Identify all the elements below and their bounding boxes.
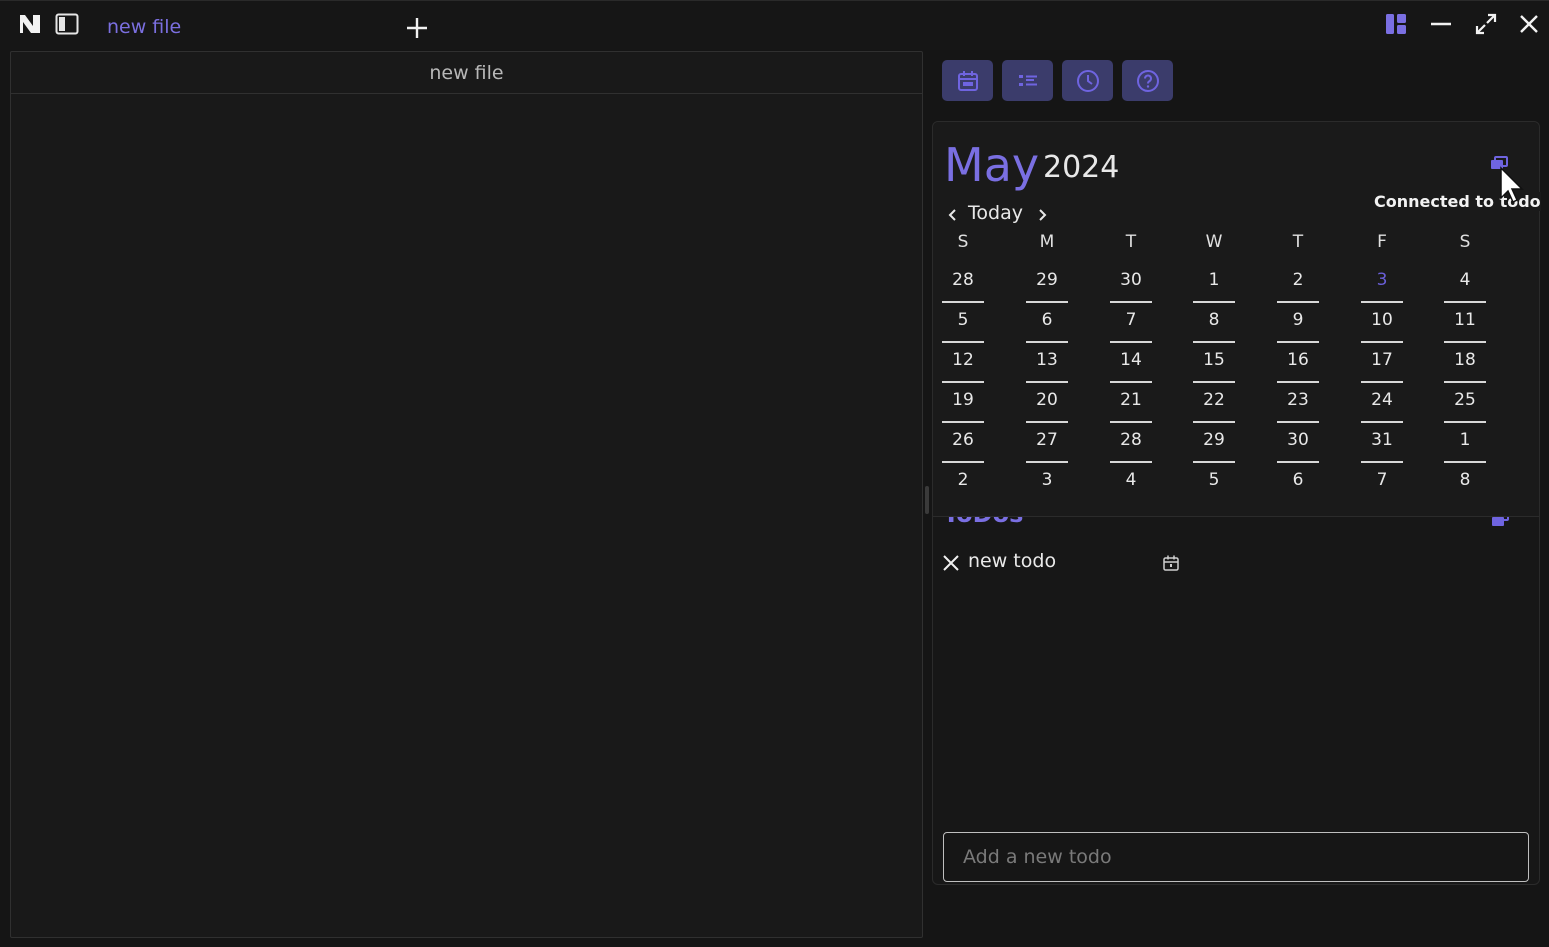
calendar-day[interactable]: 31 <box>1361 423 1403 463</box>
calendar-widget: May 2024 Connected to todo Today SMTWTFS… <box>933 122 1541 517</box>
calendar-day[interactable]: 27 <box>1026 423 1068 463</box>
calendar-panel-button[interactable] <box>942 60 993 101</box>
calendar-day[interactable]: 7 <box>1110 303 1152 343</box>
calendar-day[interactable]: 30 <box>1110 263 1152 303</box>
calendar-day[interactable]: 5 <box>942 303 984 343</box>
calendar-day[interactable]: 22 <box>1193 383 1235 423</box>
calendar-day[interactable]: 8 <box>1444 463 1486 503</box>
weekday-label: F <box>1377 232 1387 252</box>
calendar-day[interactable]: 6 <box>1277 463 1319 503</box>
minimize-icon[interactable] <box>1428 11 1454 37</box>
close-icon[interactable] <box>1516 11 1542 37</box>
weekday-label: T <box>1292 232 1304 252</box>
clock-icon <box>1076 69 1099 92</box>
calendar-day[interactable]: 28 <box>1110 423 1152 463</box>
todo-item: new todo <box>942 550 1192 576</box>
calendar-day[interactable]: 2 <box>1277 263 1319 303</box>
calendar-day[interactable]: 17 <box>1361 343 1403 383</box>
weekday-label: S <box>957 232 969 252</box>
layout-icon[interactable] <box>1383 11 1409 37</box>
calendar-icon <box>957 70 978 91</box>
weekday-label: W <box>1205 232 1223 252</box>
calendar-day[interactable]: 14 <box>1110 343 1152 383</box>
todo-text[interactable]: new todo <box>968 550 1056 572</box>
calendar-day[interactable]: 29 <box>1026 263 1068 303</box>
chevron-left-icon[interactable] <box>945 207 961 223</box>
calendar-day[interactable]: 29 <box>1193 423 1235 463</box>
todo-panel-button[interactable] <box>1002 60 1053 101</box>
calendar-day[interactable]: 30 <box>1277 423 1319 463</box>
calendar-day[interactable]: 25 <box>1444 383 1486 423</box>
calendar-day[interactable]: 6 <box>1026 303 1068 343</box>
checklist-icon <box>1018 74 1037 86</box>
chevron-right-icon[interactable] <box>1034 207 1050 223</box>
help-panel-button[interactable] <box>1122 60 1173 101</box>
maximize-icon[interactable] <box>1473 11 1499 37</box>
calendar-day[interactable]: 5 <box>1193 463 1235 503</box>
calendar-icon[interactable] <box>1162 554 1180 572</box>
calendar-day[interactable]: 21 <box>1110 383 1152 423</box>
logo-icon[interactable] <box>18 12 42 36</box>
calendar-day[interactable]: 8 <box>1193 303 1235 343</box>
calendar-day[interactable]: 3 <box>1361 263 1403 303</box>
calendar-day[interactable]: 16 <box>1277 343 1319 383</box>
tab-title[interactable]: new file <box>107 16 181 38</box>
title-bar: new file <box>0 0 1549 50</box>
calendar-day[interactable]: 12 <box>942 343 984 383</box>
sidebar-toggle-icon[interactable] <box>55 13 79 35</box>
clock-panel-button[interactable] <box>1062 60 1113 101</box>
weekday-label: T <box>1125 232 1137 252</box>
editor-file-title: new file <box>11 52 922 94</box>
calendar-day[interactable]: 24 <box>1361 383 1403 423</box>
close-icon[interactable] <box>942 554 960 572</box>
calendar-day[interactable]: 2 <box>942 463 984 503</box>
weekday-label: S <box>1459 232 1471 252</box>
pane-splitter-handle[interactable] <box>925 486 929 514</box>
editor-pane[interactable]: new file <box>10 51 923 938</box>
today-button[interactable]: Today <box>968 202 1023 224</box>
calendar-day[interactable]: 26 <box>942 423 984 463</box>
calendar-day[interactable]: 13 <box>1026 343 1068 383</box>
mouse-cursor-icon <box>1500 166 1524 204</box>
calendar-day[interactable]: 11 <box>1444 303 1486 343</box>
calendar-day[interactable]: 19 <box>942 383 984 423</box>
calendar-day[interactable]: 3 <box>1026 463 1068 503</box>
calendar-day[interactable]: 15 <box>1193 343 1235 383</box>
calendar-day[interactable]: 9 <box>1277 303 1319 343</box>
calendar-day[interactable]: 10 <box>1361 303 1403 343</box>
calendar-month: May <box>944 138 1040 192</box>
calendar-day[interactable]: 1 <box>1193 263 1235 303</box>
calendar-day[interactable]: 7 <box>1361 463 1403 503</box>
calendar-day[interactable]: 20 <box>1026 383 1068 423</box>
calendar-day[interactable]: 1 <box>1444 423 1486 463</box>
calendar-day[interactable]: 4 <box>1110 463 1152 503</box>
calendar-year: 2024 <box>1043 150 1120 185</box>
calendar-day[interactable]: 18 <box>1444 343 1486 383</box>
weekday-label: M <box>1039 232 1055 252</box>
new-todo-input[interactable] <box>943 832 1529 882</box>
help-icon <box>1136 69 1159 92</box>
calendar-day[interactable]: 28 <box>942 263 984 303</box>
plus-icon[interactable] <box>405 16 429 40</box>
calendar-day[interactable]: 4 <box>1444 263 1486 303</box>
calendar-day[interactable]: 23 <box>1277 383 1319 423</box>
